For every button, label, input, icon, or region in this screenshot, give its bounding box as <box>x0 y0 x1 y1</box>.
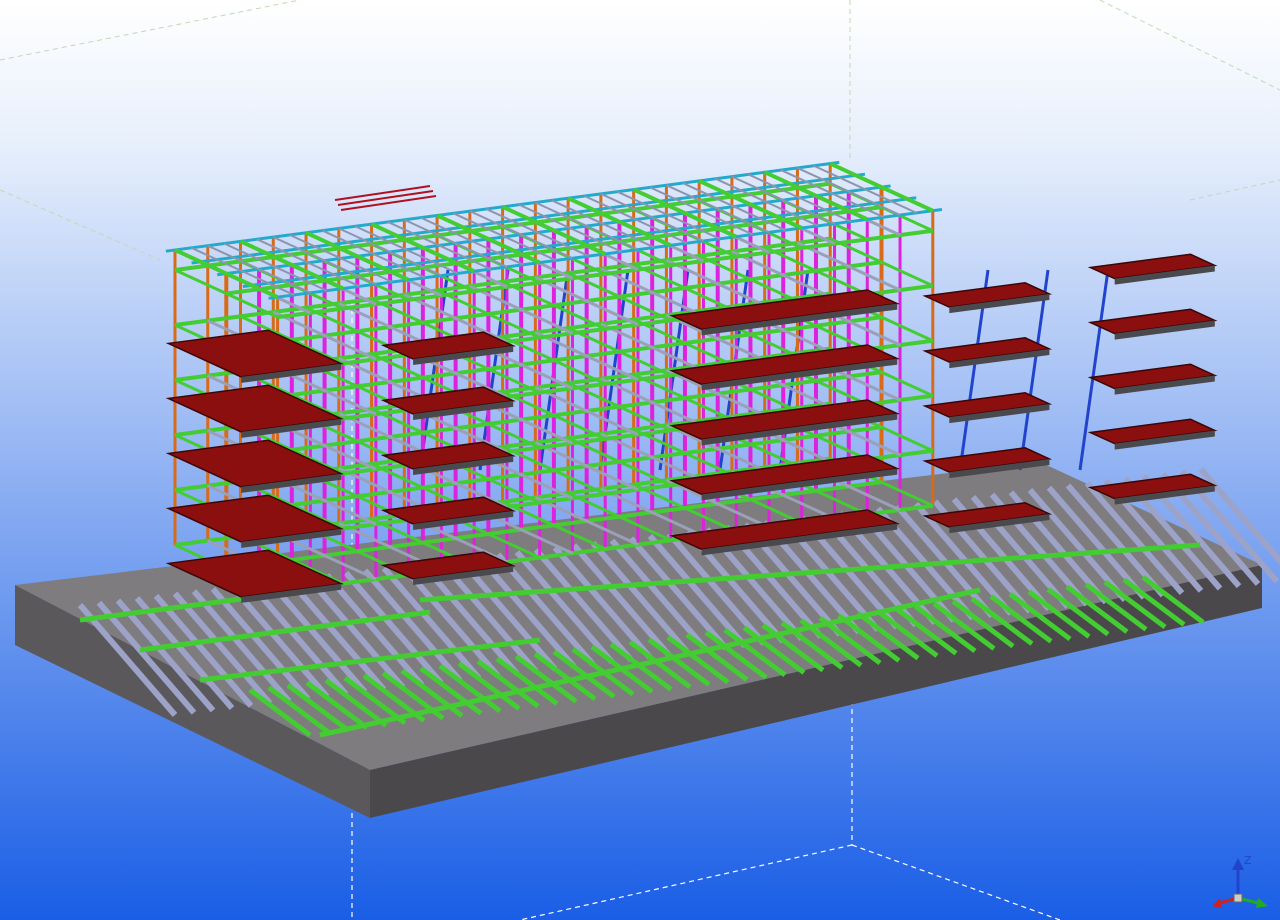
y-axis-arrow-icon <box>1256 898 1268 908</box>
axis-origin <box>1233 893 1243 903</box>
z-axis-label: Z <box>1244 854 1252 867</box>
z-axis-arrow-icon <box>1232 858 1244 870</box>
building-model-scene[interactable] <box>0 0 1280 920</box>
axis-triad: Z <box>1206 852 1270 912</box>
x-axis-arrow-icon <box>1212 898 1222 908</box>
3d-model-viewport[interactable]: Z <box>0 0 1280 920</box>
